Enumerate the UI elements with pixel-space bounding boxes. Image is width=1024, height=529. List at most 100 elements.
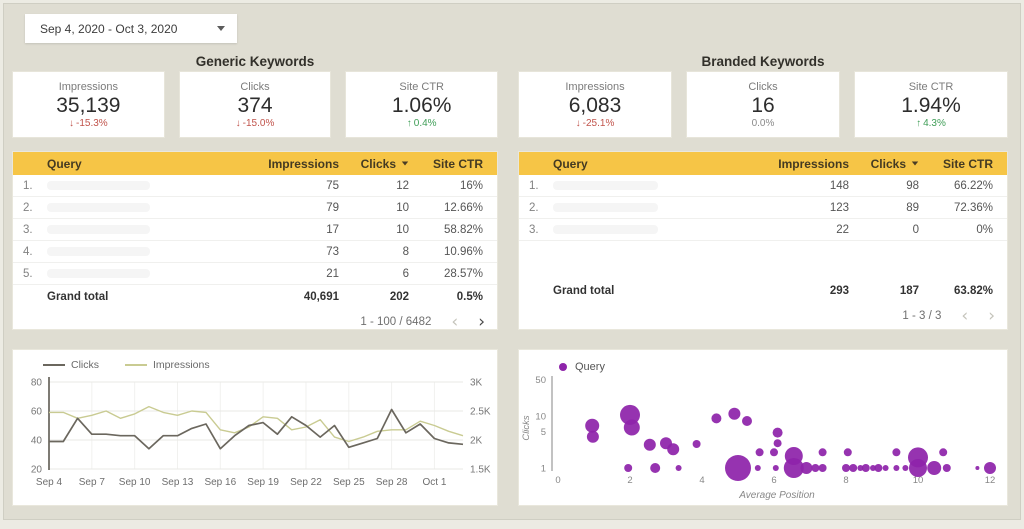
svg-text:Sep 16: Sep 16 <box>204 477 236 488</box>
generic-keywords-title: Generic Keywords <box>195 54 315 69</box>
svg-text:Sep 22: Sep 22 <box>290 477 322 488</box>
scorecard-label: Impressions <box>58 80 118 93</box>
svg-text:4: 4 <box>699 475 704 486</box>
pagination-next-icon[interactable] <box>988 308 995 325</box>
branded-keywords-title: Branded Keywords <box>701 54 825 69</box>
svg-text:5: 5 <box>541 427 546 438</box>
clicks-line-swatch <box>43 364 65 366</box>
trend-up-icon <box>916 118 921 129</box>
svg-text:Sep 7: Sep 7 <box>79 477 106 488</box>
pagination-prev-icon[interactable] <box>961 308 968 325</box>
svg-text:60: 60 <box>31 407 43 418</box>
table-row: 4. 73 8 10.96% <box>13 241 497 263</box>
column-header-query[interactable]: Query <box>47 157 234 171</box>
legend-item-clicks: Clicks <box>43 359 99 371</box>
date-range-label: Sep 4, 2020 - Oct 3, 2020 <box>40 21 178 36</box>
query-redacted <box>47 181 150 190</box>
scorecard-label: Clicks <box>748 80 778 93</box>
query-bubble-chart: Query 1 5 10 50 0 2 4 6 8 10 12 Average Position Cli… <box>518 349 1008 506</box>
svg-text:20: 20 <box>31 465 43 476</box>
column-header-clicks[interactable]: Clicks <box>849 157 919 171</box>
grand-total-label: Grand total <box>47 291 109 303</box>
scorecard-value: 6,083 <box>568 93 622 117</box>
query-redacted <box>47 225 150 234</box>
scorecard-branded-impressions: Impressions 6,083 -25.1% <box>518 71 672 138</box>
pagination-prev-icon[interactable] <box>451 314 458 331</box>
scorecard-delta: -15.3% <box>69 118 108 129</box>
table-row: 2. 123 89 72.36% <box>519 197 1007 219</box>
date-range-picker[interactable]: Sep 4, 2020 - Oct 3, 2020 <box>25 14 237 43</box>
query-redacted <box>553 181 659 190</box>
column-header-impressions[interactable]: Impressions <box>234 157 339 171</box>
scorecard-delta: -25.1% <box>576 118 615 129</box>
scorecard-delta: -15.0% <box>236 118 275 129</box>
svg-text:1.5K: 1.5K <box>470 465 491 476</box>
scorecard-branded-site-ctr: Site CTR 1.94% 4.3% <box>854 71 1008 138</box>
bubble-chart-plot: 1510500 2 4 6 8 10 12Average PositionClicks <box>521 375 996 501</box>
query-redacted <box>47 247 150 256</box>
column-header-site-ctr[interactable]: Site CTR <box>919 157 1007 171</box>
table-row: 2. 79 10 12.66% <box>13 197 497 219</box>
svg-text:Oct 1: Oct 1 <box>422 477 446 488</box>
scorecard-delta: 0.4% <box>407 118 437 129</box>
query-redacted <box>47 269 150 278</box>
scorecard-label: Clicks <box>240 80 270 93</box>
query-redacted <box>553 225 659 234</box>
table-header-row: Query Impressions Clicks Site CTR <box>519 152 1007 175</box>
pagination-next-icon[interactable] <box>478 314 485 331</box>
scorecard-value: 35,139 <box>56 93 121 117</box>
scorecard-generic-impressions: Impressions 35,139 -15.3% <box>12 71 165 138</box>
scorecard-label: Site CTR <box>908 80 954 93</box>
bubble-chart-legend: Query <box>559 361 605 373</box>
scorecard-value: 374 <box>237 93 273 117</box>
line-chart-plot: 20 40 60 80 1.5K 2K 2.5K 3K Sep 4 Sep 7 Sep 10 Sep … <box>31 377 491 488</box>
scorecard-generic-clicks: Clicks 374 -15.0% <box>178 71 332 138</box>
svg-text:Sep 4: Sep 4 <box>36 477 63 488</box>
svg-text:2.5K: 2.5K <box>470 407 491 418</box>
sort-desc-icon <box>911 161 919 166</box>
pagination-range-label: 1 - 3 / 3 <box>902 310 942 322</box>
pagination: 1 - 3 / 3 <box>519 303 1007 329</box>
svg-text:Sep 28: Sep 28 <box>376 477 408 488</box>
branded-scorecards: Impressions 6,083 -25.1% Clicks 16 0.0% … <box>518 71 1008 138</box>
trend-up-icon <box>407 118 412 129</box>
svg-text:Sep 19: Sep 19 <box>247 477 279 488</box>
trend-down-icon <box>236 118 241 129</box>
svg-text:0: 0 <box>555 475 560 486</box>
scorecard-branded-clicks: Clicks 16 0.0% <box>686 71 840 138</box>
generic-keywords-table: Query Impressions Clicks Site CTR 1. 75 … <box>12 151 498 330</box>
scorecard-delta: 0.0% <box>751 117 775 129</box>
svg-text:1: 1 <box>541 464 546 475</box>
svg-text:3K: 3K <box>470 378 483 389</box>
table-row: 3. 22 0 0% <box>519 219 1007 241</box>
line-chart-legend: Clicks Impressions <box>43 359 210 371</box>
grand-total-row: Grand total 40,691 202 0.5% <box>47 291 483 303</box>
scorecard-generic-site-ctr: Site CTR 1.06% 0.4% <box>345 71 499 138</box>
trend-down-icon <box>69 118 74 129</box>
scorecard-label: Site CTR <box>399 80 444 93</box>
scorecard-delta: 4.3% <box>916 118 946 129</box>
trend-down-icon <box>576 118 581 129</box>
branded-keywords-table: Query Impressions Clicks Site CTR 1. 148… <box>518 151 1008 330</box>
column-header-site-ctr[interactable]: Site CTR <box>409 157 497 171</box>
svg-text:2K: 2K <box>470 436 483 447</box>
column-header-query[interactable]: Query <box>553 157 744 171</box>
svg-text:40: 40 <box>31 436 43 447</box>
svg-text:80: 80 <box>31 378 43 389</box>
impressions-line-swatch <box>125 364 147 366</box>
sort-desc-icon <box>401 161 409 166</box>
column-header-clicks[interactable]: Clicks <box>339 157 409 171</box>
legend-item-impressions: Impressions <box>125 359 210 371</box>
table-row: 5. 21 6 28.57% <box>13 263 497 285</box>
svg-text:Sep 10: Sep 10 <box>119 477 151 488</box>
table-row: 1. 75 12 16% <box>13 175 497 197</box>
svg-text:10: 10 <box>535 412 546 423</box>
table-row: 1. 148 98 66.22% <box>519 175 1007 197</box>
table-header-row: Query Impressions Clicks Site CTR <box>13 152 497 175</box>
svg-text:6: 6 <box>771 475 776 486</box>
column-header-impressions[interactable]: Impressions <box>744 157 849 171</box>
svg-text:12: 12 <box>985 475 996 486</box>
svg-text:Sep 13: Sep 13 <box>162 477 194 488</box>
pagination: 1 - 100 / 6482 <box>13 309 497 335</box>
scorecard-value: 1.06% <box>391 93 452 117</box>
